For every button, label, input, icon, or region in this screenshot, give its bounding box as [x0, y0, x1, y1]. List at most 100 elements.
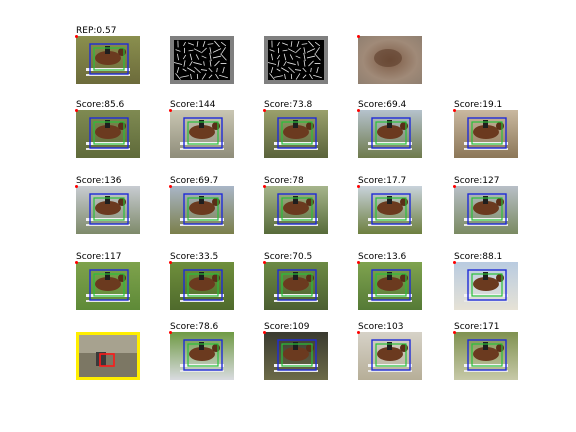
rider	[483, 120, 488, 128]
rider	[105, 272, 110, 280]
score-label: Score:33.5	[170, 252, 219, 262]
horse-head	[496, 198, 504, 206]
score-label: Score:127	[454, 176, 500, 186]
result-thumbnail	[76, 186, 140, 234]
horse-head	[212, 344, 220, 352]
score-label: Score:70.5	[264, 252, 313, 262]
rider	[387, 120, 392, 128]
result-cell: Score:103	[357, 322, 422, 380]
result-thumbnail	[454, 186, 518, 234]
score-label: Score:144	[170, 100, 216, 110]
rider	[483, 342, 488, 350]
result-cell	[357, 35, 422, 84]
score-label: Score:17.7	[358, 176, 407, 186]
rider	[199, 272, 204, 280]
result-cell: Score:136	[75, 176, 140, 234]
result-cell	[264, 36, 328, 84]
result-thumbnail	[358, 110, 422, 158]
result-thumbnail	[76, 332, 140, 380]
hog-background	[174, 40, 230, 80]
query-photo-sky	[79, 335, 137, 353]
rider	[199, 342, 204, 350]
result-thumbnail	[264, 110, 328, 158]
average-shape	[374, 49, 402, 67]
horse-head	[306, 122, 314, 130]
rider	[483, 272, 488, 280]
result-cell: Score:127	[453, 176, 518, 234]
score-label: Score:13.6	[358, 252, 407, 262]
horse-head	[496, 344, 504, 352]
rider	[483, 196, 488, 204]
result-thumbnail	[264, 262, 328, 310]
rider	[105, 46, 110, 54]
rider	[199, 196, 204, 204]
result-cell: Score:78	[263, 176, 328, 234]
rider	[293, 342, 298, 350]
result-cell: Score:73.8	[263, 100, 328, 158]
score-label: Score:85.6	[76, 100, 125, 110]
score-label: Score:69.4	[358, 100, 407, 110]
result-cell: Score:70.5	[263, 252, 328, 310]
horse-head	[212, 122, 220, 130]
horse-head	[496, 274, 504, 282]
result-cell: Score:85.6	[75, 100, 140, 158]
result-cell: Score:13.6	[357, 252, 422, 310]
result-thumbnail	[170, 186, 234, 234]
score-label: Score:78.6	[170, 322, 219, 332]
result-thumbnail	[264, 332, 328, 380]
score-label: Score:103	[358, 322, 404, 332]
score-label: Score:109	[264, 322, 310, 332]
rider	[293, 120, 298, 128]
score-label: Score:117	[76, 252, 122, 262]
result-cell: Score:171	[453, 322, 518, 380]
result-thumbnail	[358, 262, 422, 310]
result-cell: Score:117	[75, 252, 140, 310]
horse-head	[212, 274, 220, 282]
result-thumbnail	[170, 36, 234, 84]
result-cell: Score:33.5	[169, 252, 234, 310]
horse-head	[400, 344, 408, 352]
rider	[105, 120, 110, 128]
result-cell: REP:0.57	[75, 26, 140, 84]
result-thumbnail	[76, 262, 140, 310]
score-label: Score:171	[454, 322, 500, 332]
result-cell: Score:69.4	[357, 100, 422, 158]
score-label: Score:19.1	[454, 100, 503, 110]
corner-marker	[357, 35, 360, 38]
result-cell: Score:78.6	[169, 322, 234, 380]
result-thumbnail	[170, 332, 234, 380]
result-cell: Score:109	[263, 322, 328, 380]
horse-head	[400, 122, 408, 130]
rep-label: REP:0.57	[76, 26, 117, 36]
rider	[199, 120, 204, 128]
horse-head	[118, 274, 126, 282]
result-thumbnail	[76, 110, 140, 158]
horse-head	[306, 274, 314, 282]
score-label: Score:78	[264, 176, 304, 186]
rider	[293, 196, 298, 204]
result-thumbnail	[358, 332, 422, 380]
rider	[387, 342, 392, 350]
result-cell: Score:144	[169, 100, 234, 158]
horse-head	[118, 122, 126, 130]
horse-head	[118, 198, 126, 206]
result-thumbnail	[76, 36, 140, 84]
score-label: Score:136	[76, 176, 122, 186]
result-thumbnail	[454, 332, 518, 380]
horse-head	[400, 198, 408, 206]
result-cell: Score:69.7	[169, 176, 234, 234]
horse-head	[400, 274, 408, 282]
result-thumbnail	[454, 262, 518, 310]
result-cell	[170, 36, 234, 84]
result-cell: Score:88.1	[453, 252, 518, 310]
rider	[105, 196, 110, 204]
rider	[387, 272, 392, 280]
result-cell: Score:17.7	[357, 176, 422, 234]
hog-background	[268, 40, 324, 80]
rider	[387, 196, 392, 204]
result-thumbnail	[170, 262, 234, 310]
result-thumbnail	[264, 36, 328, 84]
score-label: Score:69.7	[170, 176, 219, 186]
result-thumbnail	[358, 36, 422, 84]
rider	[293, 272, 298, 280]
